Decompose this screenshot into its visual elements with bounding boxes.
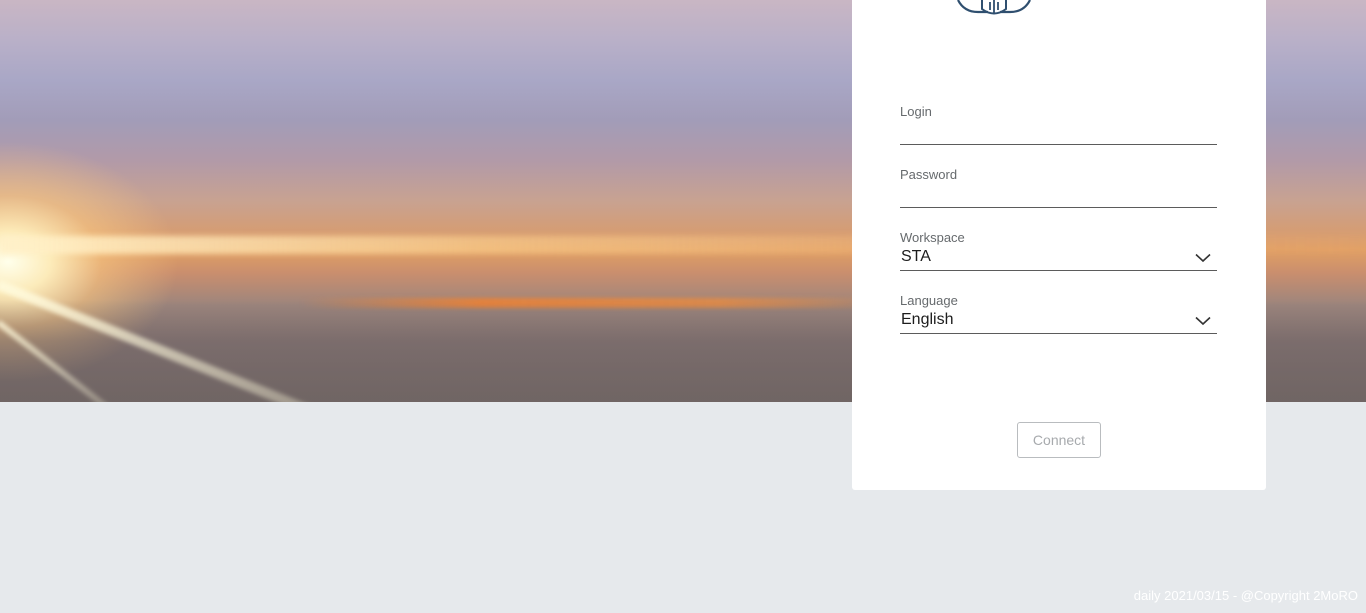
chevron-down-icon[interactable]	[1195, 316, 1211, 326]
login-field[interactable]: Login	[900, 104, 1217, 145]
company-logo	[957, 0, 1031, 15]
chevron-down-icon[interactable]	[1195, 253, 1211, 263]
workspace-select[interactable]: Workspace STA	[900, 230, 1217, 271]
password-input[interactable]	[900, 185, 1217, 205]
login-input[interactable]	[900, 122, 1217, 142]
language-label: Language	[900, 293, 958, 308]
password-label: Password	[900, 167, 958, 182]
language-select[interactable]: Language English	[900, 293, 1217, 334]
login-label: Login	[900, 104, 932, 119]
language-selected-value[interactable]: English	[901, 311, 953, 329]
connect-button[interactable]: Connect	[1017, 422, 1101, 458]
password-field[interactable]: Password	[900, 167, 1217, 208]
footer-copyright: daily 2021/03/15 - @Copyright 2MoRO	[1133, 588, 1358, 603]
workspace-label: Workspace	[900, 230, 965, 245]
workspace-selected-value[interactable]: STA	[901, 248, 931, 266]
login-card: Login Password Workspace STA Language En…	[852, 0, 1266, 490]
